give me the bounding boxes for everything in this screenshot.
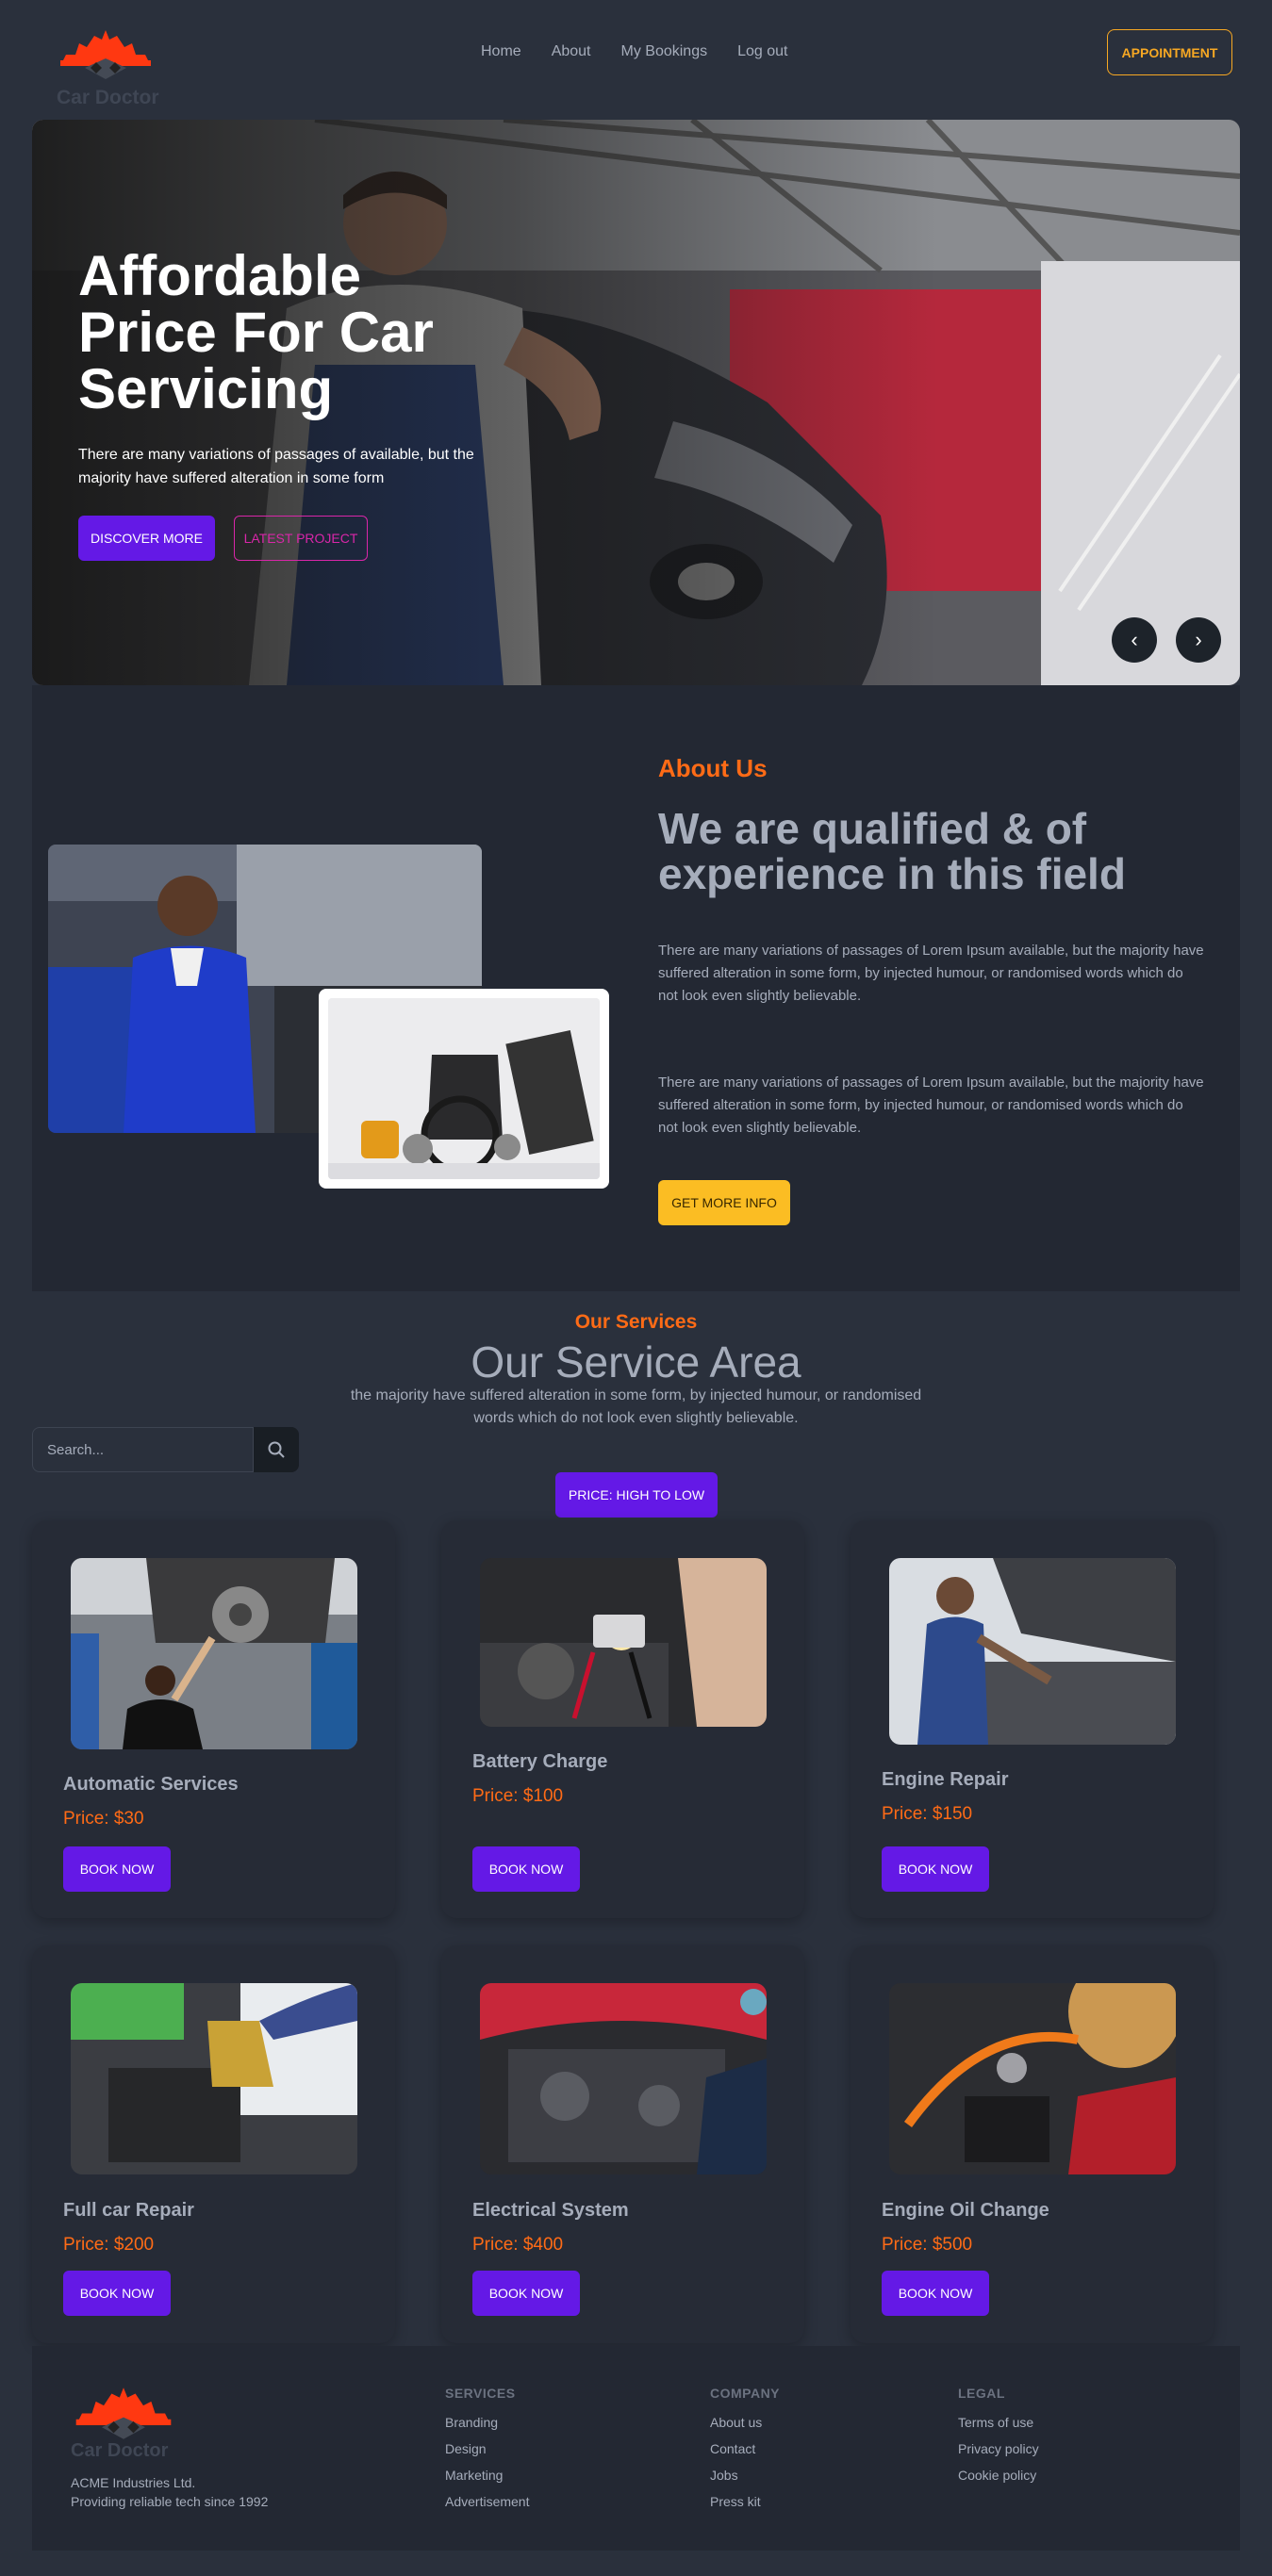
book-now-button[interactable]: BOOK NOW xyxy=(472,1846,580,1892)
service-price: Price: $30 xyxy=(63,1809,144,1829)
footer-tagline: Providing reliable tech since 1992 xyxy=(71,2494,269,2509)
footer-link-about[interactable]: About us xyxy=(710,2415,780,2441)
service-card-full-car-repair: Full car Repair Price: $200 BOOK NOW xyxy=(32,1945,395,2343)
search-button[interactable] xyxy=(254,1427,299,1472)
about-section: About Us We are qualified & of experienc… xyxy=(32,685,1240,1291)
car-parts-photo xyxy=(319,989,609,1189)
main-menu: Home About My Bookings Log out xyxy=(481,43,818,60)
footer-link-design[interactable]: Design xyxy=(445,2441,529,2468)
service-price: Price: $400 xyxy=(472,2235,564,2255)
footer-link-advertisement[interactable]: Advertisement xyxy=(445,2494,529,2520)
footer-legal-column: LEGAL Terms of use Privacy policy Cookie… xyxy=(958,2386,1039,2494)
footer-company-name: ACME Industries Ltd. xyxy=(71,2475,196,2490)
service-name: Automatic Services xyxy=(63,1774,239,1795)
service-photo xyxy=(71,1983,357,2174)
slider-prev-button[interactable]: ‹ xyxy=(1112,617,1157,663)
book-now-button[interactable]: BOOK NOW xyxy=(472,2271,580,2316)
service-name: Engine Oil Change xyxy=(882,2200,1049,2221)
latest-project-button[interactable]: LATEST PROJECT xyxy=(234,516,368,561)
book-now-button[interactable]: BOOK NOW xyxy=(882,2271,989,2316)
gear-logo-icon xyxy=(60,30,151,79)
service-card-electrical-system: Electrical System Price: $400 BOOK NOW xyxy=(441,1945,804,2343)
appointment-button[interactable]: APPOINTMENT xyxy=(1107,29,1232,75)
book-now-button[interactable]: BOOK NOW xyxy=(882,1846,989,1892)
footer-link-contact[interactable]: Contact xyxy=(710,2441,780,2468)
service-name: Electrical System xyxy=(472,2200,629,2221)
about-paragraph-2: There are many variations of passages of… xyxy=(658,1075,1204,1136)
sort-price-button[interactable]: PRICE: HIGH TO LOW xyxy=(555,1472,718,1518)
service-name: Battery Charge xyxy=(472,1751,608,1772)
book-now-button[interactable]: BOOK NOW xyxy=(63,1846,171,1892)
service-photo xyxy=(480,1558,767,1727)
service-card-battery-charge: Battery Charge Price: $100 BOOK NOW xyxy=(441,1520,804,1918)
hero-text: There are many variations of passages of… xyxy=(78,447,474,486)
search-icon xyxy=(268,1441,285,1458)
footer-gear-logo-icon xyxy=(75,2387,172,2439)
footer-brand: Car Doctor xyxy=(71,2440,169,2461)
hero-title: Affordable Price For Car Servicing xyxy=(78,244,434,420)
footer-link-cookie[interactable]: Cookie policy xyxy=(958,2468,1039,2494)
footer-link-privacy[interactable]: Privacy policy xyxy=(958,2441,1039,2468)
services-description: the majority have suffered alteration in… xyxy=(350,1387,922,1426)
service-card-engine-repair: Engine Repair Price: $150 BOOK NOW xyxy=(851,1520,1214,1918)
service-price: Price: $500 xyxy=(882,2235,973,2255)
get-more-info-button[interactable]: GET MORE INFO xyxy=(658,1180,790,1225)
about-paragraph-1: There are many variations of passages of… xyxy=(658,943,1204,1004)
service-photo xyxy=(889,1558,1176,1745)
navbar: Car Doctor Home About My Bookings Log ou… xyxy=(0,0,1272,113)
service-price: Price: $200 xyxy=(63,2235,155,2255)
service-price: Price: $150 xyxy=(882,1804,973,1824)
slider-next-button[interactable]: › xyxy=(1176,617,1221,663)
footer-company-info: ACME Industries Ltd. Providing reliable … xyxy=(71,2473,268,2511)
nav-my-bookings[interactable]: My Bookings xyxy=(621,43,708,60)
footer-link-marketing[interactable]: Marketing xyxy=(445,2468,529,2494)
about-subtitle: About Us xyxy=(658,754,768,782)
discover-more-button[interactable]: DISCOVER MORE xyxy=(78,516,215,561)
services-subtitle: Our Services xyxy=(574,1311,698,1333)
book-now-button[interactable]: BOOK NOW xyxy=(63,2271,171,2316)
service-photo xyxy=(889,1983,1176,2174)
about-title: We are qualified & of experience in this… xyxy=(658,804,1126,898)
nav-about[interactable]: About xyxy=(552,43,591,60)
hero-banner: Affordable Price For Car Servicing There… xyxy=(32,120,1240,685)
service-photo xyxy=(71,1558,357,1749)
footer-link-jobs[interactable]: Jobs xyxy=(710,2468,780,2494)
footer-heading: COMPANY xyxy=(710,2386,781,2401)
footer-services-column: SERVICES Branding Design Marketing Adver… xyxy=(445,2386,529,2520)
service-card-automatic-services: Automatic Services Price: $30 BOOK NOW xyxy=(32,1520,395,1918)
footer-link-press-kit[interactable]: Press kit xyxy=(710,2494,780,2520)
footer-company-column: COMPANY About us Contact Jobs Press kit xyxy=(710,2386,780,2520)
services-title: Our Service Area xyxy=(471,1337,801,1386)
service-name: Full car Repair xyxy=(63,2200,194,2221)
footer-link-terms[interactable]: Terms of use xyxy=(958,2415,1039,2441)
logo[interactable]: Car Doctor xyxy=(57,26,160,111)
search-input[interactable]: Search... xyxy=(32,1427,254,1472)
nav-home[interactable]: Home xyxy=(481,43,521,60)
footer-heading: LEGAL xyxy=(958,2386,1005,2401)
service-card-engine-oil-change: Engine Oil Change Price: $500 BOOK NOW xyxy=(851,1945,1214,2343)
nav-logout[interactable]: Log out xyxy=(737,43,787,60)
service-price: Price: $100 xyxy=(472,1786,564,1806)
footer: Car Doctor ACME Industries Ltd. Providin… xyxy=(32,2346,1240,2551)
brand-name: Car Doctor xyxy=(57,87,159,108)
service-photo xyxy=(480,1983,767,2174)
footer-link-branding[interactable]: Branding xyxy=(445,2415,529,2441)
footer-heading: SERVICES xyxy=(445,2386,516,2401)
service-name: Engine Repair xyxy=(882,1769,1009,1790)
